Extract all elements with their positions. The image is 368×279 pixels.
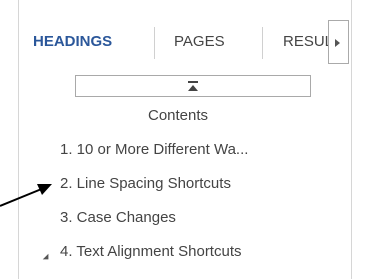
callout-arrow-icon [0, 184, 52, 207]
